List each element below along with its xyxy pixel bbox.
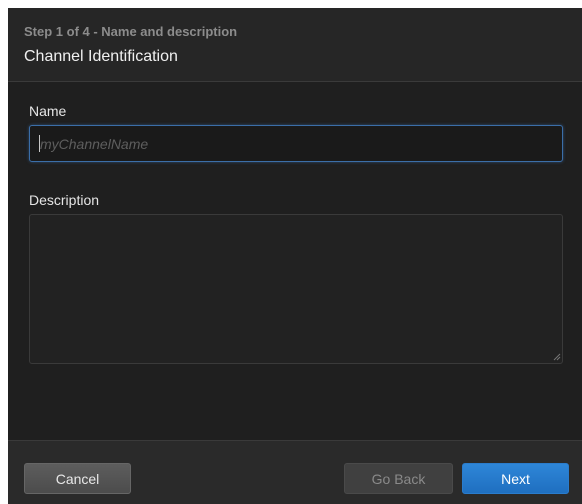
resize-grip-icon[interactable]: [553, 353, 561, 361]
text-caret: [39, 135, 40, 152]
cancel-button[interactable]: Cancel: [24, 463, 131, 494]
description-label: Description: [29, 192, 100, 208]
dialog-footer: Cancel Go Back Next: [8, 440, 582, 504]
dialog-header: Step 1 of 4 - Name and description Chann…: [8, 8, 582, 82]
next-button[interactable]: Next: [462, 463, 569, 494]
description-textarea[interactable]: [29, 214, 563, 364]
dialog-title: Channel Identification: [24, 48, 178, 65]
channel-wizard-dialog: Step 1 of 4 - Name and description Chann…: [8, 8, 582, 504]
name-input[interactable]: [29, 125, 563, 162]
step-indicator: Step 1 of 4 - Name and description: [24, 24, 238, 39]
go-back-button[interactable]: Go Back: [344, 463, 453, 494]
name-label: Name: [29, 103, 67, 119]
